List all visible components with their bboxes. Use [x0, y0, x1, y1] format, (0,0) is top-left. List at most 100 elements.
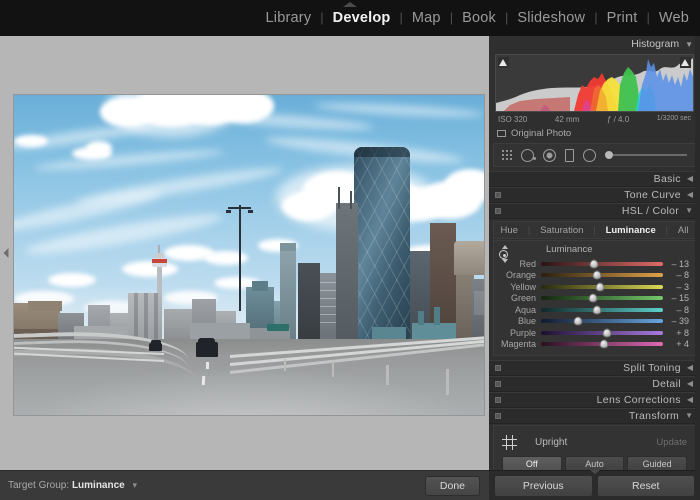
- previous-button[interactable]: Previous: [494, 475, 593, 497]
- left-panel-collapsed-strip[interactable]: [0, 36, 11, 470]
- slider-track-blue[interactable]: [541, 319, 663, 323]
- slider-row-orange: Orange – 8: [494, 270, 695, 282]
- histogram-header[interactable]: Histogram ▼: [489, 36, 700, 52]
- detail-switch-icon[interactable]: [495, 381, 501, 387]
- transform-chevron-down-icon[interactable]: ▼: [685, 412, 693, 420]
- slider-row-red: Red – 13: [494, 258, 695, 270]
- slider-handle-magenta[interactable]: [600, 340, 609, 349]
- slider-handle-yellow[interactable]: [596, 282, 605, 291]
- done-button[interactable]: Done: [425, 476, 480, 496]
- basic-chevron-left-icon[interactable]: ◀: [687, 175, 693, 183]
- slider-value-aqua: – 8: [665, 305, 695, 315]
- lens-corrections-switch-icon[interactable]: [495, 397, 501, 403]
- transform-switch-icon[interactable]: [495, 413, 501, 419]
- photo-vehicle-suv: [196, 342, 218, 357]
- hsl-chevron-down-icon[interactable]: ▼: [685, 207, 693, 215]
- tone-curve-switch-icon[interactable]: [495, 192, 501, 198]
- panel-header-basic[interactable]: Basic ◀: [489, 171, 700, 187]
- right-panel-scroll-edge[interactable]: [695, 36, 700, 500]
- histogram-graph[interactable]: [495, 54, 694, 112]
- panel-title-transform: Transform: [629, 410, 679, 422]
- slider-handle-orange[interactable]: [593, 271, 602, 280]
- brush-track[interactable]: [613, 154, 687, 156]
- slider-label-yellow: Yellow: [494, 282, 541, 292]
- exif-focal-length: 42 mm: [555, 115, 579, 124]
- panel-title-lens-corrections: Lens Corrections: [597, 394, 681, 406]
- slider-handle-aqua[interactable]: [593, 305, 602, 314]
- radial-filter-icon[interactable]: [583, 149, 596, 162]
- slider-label-purple: Purple: [494, 328, 541, 338]
- hsl-tab-separator: |: [666, 225, 668, 235]
- upright-row: Upright Update: [494, 431, 695, 453]
- upright-grid-icon[interactable]: [502, 435, 517, 450]
- graduated-filter-icon[interactable]: [565, 149, 574, 162]
- original-photo-icon: [497, 130, 506, 137]
- hsl-tab-all[interactable]: All: [675, 225, 692, 236]
- red-eye-correction-icon[interactable]: [543, 149, 556, 162]
- image-canvas-area: [11, 36, 489, 470]
- slider-row-green: Green – 15: [494, 293, 695, 305]
- exif-row: ISO 320 42 mm ƒ / 4.0 1/3200 sec: [489, 112, 700, 124]
- slider-track-yellow[interactable]: [541, 285, 663, 289]
- exif-aperture: ƒ / 4.0: [607, 115, 629, 124]
- split-toning-chevron-left-icon[interactable]: ◀: [687, 364, 693, 372]
- slider-handle-purple[interactable]: [602, 328, 611, 337]
- hsl-tab-luminance[interactable]: Luminance: [603, 225, 659, 236]
- original-photo-row[interactable]: Original Photo: [489, 124, 700, 143]
- collapse-triangle-icon[interactable]: [343, 2, 357, 7]
- slider-track-magenta[interactable]: [541, 342, 663, 346]
- tone-curve-chevron-left-icon[interactable]: ◀: [687, 191, 693, 199]
- slider-track-aqua[interactable]: [541, 308, 663, 312]
- adjustment-brush-slider[interactable]: [605, 151, 687, 159]
- photo-frame: [11, 95, 489, 415]
- hsl-switch-icon[interactable]: [495, 208, 501, 214]
- hsl-tab-saturation[interactable]: Saturation: [537, 225, 586, 236]
- slider-track-red[interactable]: [541, 262, 663, 266]
- lens-corrections-chevron-left-icon[interactable]: ◀: [687, 396, 693, 404]
- slider-value-blue: – 39: [665, 316, 695, 326]
- upright-update-button[interactable]: Update: [656, 437, 687, 448]
- shadow-clipping-indicator[interactable]: [498, 57, 509, 68]
- slider-row-magenta: Magenta + 4: [494, 339, 695, 351]
- panel-header-lens-corrections[interactable]: Lens Corrections ◀: [489, 392, 700, 408]
- panel-title-hsl-color: HSL / Color: [622, 205, 679, 217]
- target-group-chevron-down-icon[interactable]: ▾: [133, 480, 138, 490]
- target-group-value[interactable]: Luminance: [72, 480, 125, 491]
- slider-handle-red[interactable]: [590, 259, 599, 268]
- histogram-chevron-down-icon[interactable]: ▼: [685, 40, 693, 49]
- panel-header-transform[interactable]: Transform ▼: [489, 408, 700, 424]
- slider-label-aqua: Aqua: [494, 305, 541, 315]
- hsl-tab-row: Hue | Saturation | Luminance | All: [493, 221, 696, 239]
- right-panel-footer: Previous Reset: [489, 470, 700, 500]
- panel-resize-handle[interactable]: [590, 470, 600, 474]
- slider-track-purple[interactable]: [541, 331, 663, 335]
- reset-button[interactable]: Reset: [597, 475, 696, 497]
- panel-title-detail: Detail: [652, 378, 681, 390]
- slider-track-orange[interactable]: [541, 273, 663, 277]
- split-toning-switch-icon[interactable]: [495, 365, 501, 371]
- slider-handle-green[interactable]: [588, 294, 597, 303]
- panel-header-hsl-color[interactable]: HSL / Color ▼: [489, 203, 700, 219]
- hsl-tab-hue[interactable]: Hue: [497, 225, 520, 236]
- slider-row-blue: Blue – 39: [494, 316, 695, 328]
- highlight-clipping-indicator[interactable]: [680, 57, 691, 68]
- right-panel: Histogram ▼: [489, 36, 700, 500]
- target-adjustment-tool-icon[interactable]: [498, 245, 510, 263]
- detail-chevron-left-icon[interactable]: ◀: [687, 380, 693, 388]
- original-photo-label: Original Photo: [511, 128, 571, 139]
- slider-value-purple: + 8: [665, 328, 695, 338]
- panel-header-split-toning[interactable]: Split Toning ◀: [489, 360, 700, 376]
- panel-header-detail[interactable]: Detail ◀: [489, 376, 700, 392]
- top-panel-collapse-bar[interactable]: [0, 0, 700, 9]
- slider-handle-blue[interactable]: [574, 317, 583, 326]
- spot-removal-icon[interactable]: [521, 149, 534, 162]
- expand-left-panel-icon[interactable]: [3, 248, 8, 258]
- panel-header-tone-curve[interactable]: Tone Curve ◀: [489, 187, 700, 203]
- slider-value-magenta: + 4: [665, 339, 695, 349]
- crop-overlay-icon[interactable]: [502, 150, 512, 160]
- develop-photo[interactable]: [14, 95, 484, 415]
- hsl-tab-separator: |: [593, 225, 595, 235]
- brush-knob[interactable]: [605, 151, 613, 159]
- slider-label-blue: Blue: [494, 316, 541, 326]
- slider-track-green[interactable]: [541, 296, 663, 300]
